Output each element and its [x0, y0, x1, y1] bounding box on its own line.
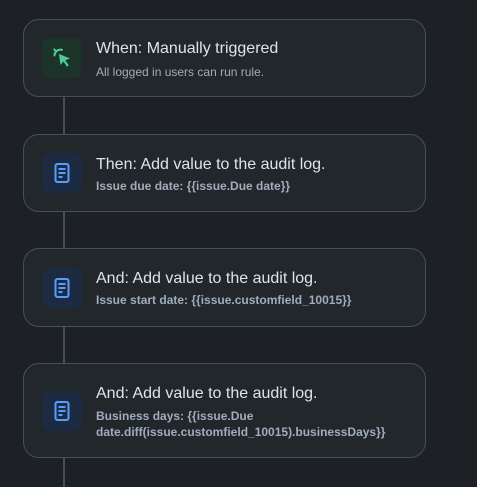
document-icon [42, 268, 82, 308]
flow-connector [63, 326, 65, 364]
flow-connector [63, 457, 65, 487]
action-title: And: Add value to the audit log. [96, 385, 318, 402]
action-detail: Issue start date: {{issue.customfield_10… [96, 293, 352, 307]
action-card[interactable]: And: Add value to the audit log. Busines… [23, 363, 426, 458]
action-detail-line-2: date.diff(issue.customfield_10015).busin… [96, 425, 386, 439]
trigger-card[interactable]: When: Manually triggered All logged in u… [23, 19, 426, 97]
action-title: And: Add value to the audit log. [96, 270, 318, 287]
action-title: Then: Add value to the audit log. [96, 156, 326, 173]
trigger-subtitle: All logged in users can run rule. [96, 65, 265, 79]
action-card[interactable]: Then: Add value to the audit log. Issue … [23, 134, 426, 212]
action-card[interactable]: And: Add value to the audit log. Issue s… [23, 248, 426, 327]
document-icon [42, 153, 82, 193]
action-detail-line-1: Business days: {{issue.Due [96, 409, 254, 423]
document-icon [42, 391, 82, 431]
automation-rule-flow: When: Manually triggered All logged in u… [0, 0, 477, 487]
flow-connector [63, 97, 65, 135]
trigger-title: When: Manually triggered [96, 40, 279, 57]
cursor-click-icon [42, 38, 82, 78]
action-detail: Issue due date: {{issue.Due date}} [96, 179, 291, 193]
flow-connector [63, 211, 65, 249]
